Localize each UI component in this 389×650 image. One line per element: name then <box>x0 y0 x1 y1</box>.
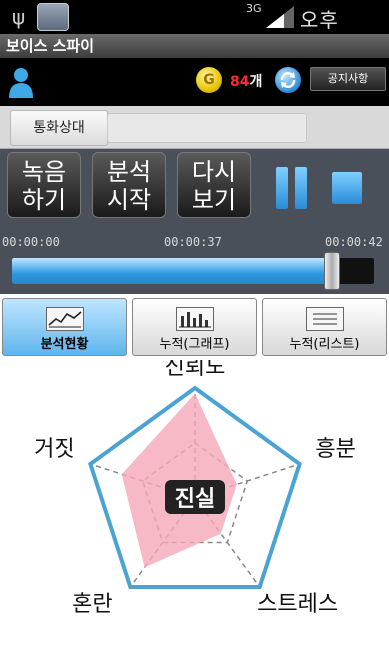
analyze-button[interactable]: 분석 시작 <box>92 152 166 218</box>
emotion-radar-chart: 진실 신뢰도흥분스트레스 혼란 거짓 <box>34 360 356 617</box>
refresh-icon[interactable] <box>275 67 301 93</box>
review-button[interactable]: 다시 보기 <box>177 152 251 218</box>
review-button-line1: 다시 <box>191 158 237 186</box>
call-partner-field[interactable] <box>107 113 307 143</box>
playback-progress <box>12 258 331 284</box>
usb-icon: ψ <box>12 5 26 29</box>
app-title: 보이스 스파이 <box>0 34 389 58</box>
radar-axis-label: 혼란 <box>72 592 112 617</box>
call-status-row: 통화상대 <box>0 106 389 149</box>
status-bar: ψ 3G 오후 5:14 <box>0 0 389 57</box>
list-icon <box>305 307 344 331</box>
network-type: 3G <box>246 2 262 15</box>
record-button-line1: 녹음 <box>21 158 67 186</box>
tab-label: 누적(리스트) <box>289 337 360 352</box>
radar-axis-label: 흥분 <box>315 437 355 462</box>
user-profile-icon[interactable] <box>8 66 34 98</box>
center-label: 진실 <box>175 487 215 512</box>
list-glyph <box>312 313 337 325</box>
current-time: 00:00:37 <box>164 235 222 249</box>
coin-count-unit: 개 <box>249 74 263 90</box>
coin-count-number: 84 <box>230 74 250 90</box>
stop-icon[interactable] <box>332 172 362 204</box>
start-time: 00:00:00 <box>2 235 60 249</box>
analyze-button-line2: 시작 <box>106 186 152 214</box>
app-header: G 84개 공지사항 <box>0 58 389 106</box>
refresh-arrows <box>280 72 296 88</box>
analyze-button-line1: 분석 <box>106 158 152 186</box>
radar-axis-label: 신뢰도 <box>165 360 226 380</box>
gallery-notification-icon <box>37 3 69 31</box>
tab-label: 누적(그래프) <box>159 337 230 352</box>
playback-slider-thumb[interactable] <box>323 252 340 290</box>
notice-button[interactable]: 공지사항 <box>310 67 386 91</box>
line-graph-icon <box>45 307 84 331</box>
playback-slider[interactable] <box>12 258 374 284</box>
bar-graph-glyph <box>178 312 211 328</box>
line-graph-glyph <box>47 311 82 328</box>
tab-cumulative-graph[interactable]: 누적(그래프) <box>132 298 257 356</box>
pause-bar-right <box>295 167 307 209</box>
tab-label: 분석현황 <box>40 337 89 352</box>
pause-icon[interactable] <box>276 167 308 209</box>
tab-cumulative-list[interactable]: 누적(리스트) <box>262 298 387 356</box>
review-button-line2: 보기 <box>191 186 237 214</box>
coin-icon: G <box>196 67 222 93</box>
end-time: 00:00:42 <box>325 235 383 249</box>
call-partner-tab[interactable]: 통화상대 <box>10 110 108 146</box>
record-button[interactable]: 녹음 하기 <box>7 152 81 218</box>
record-button-line2: 하기 <box>21 186 67 214</box>
coin-count: 84개 <box>230 71 262 91</box>
pause-bar-left <box>276 167 288 209</box>
radar-axis-label: 스트레스 <box>257 592 338 617</box>
bar-graph-icon <box>175 307 214 331</box>
tab-analysis-status[interactable]: 분석현황 <box>2 298 127 356</box>
signal-icon <box>266 6 294 28</box>
radar-axis-label: 거짓 <box>34 437 74 462</box>
